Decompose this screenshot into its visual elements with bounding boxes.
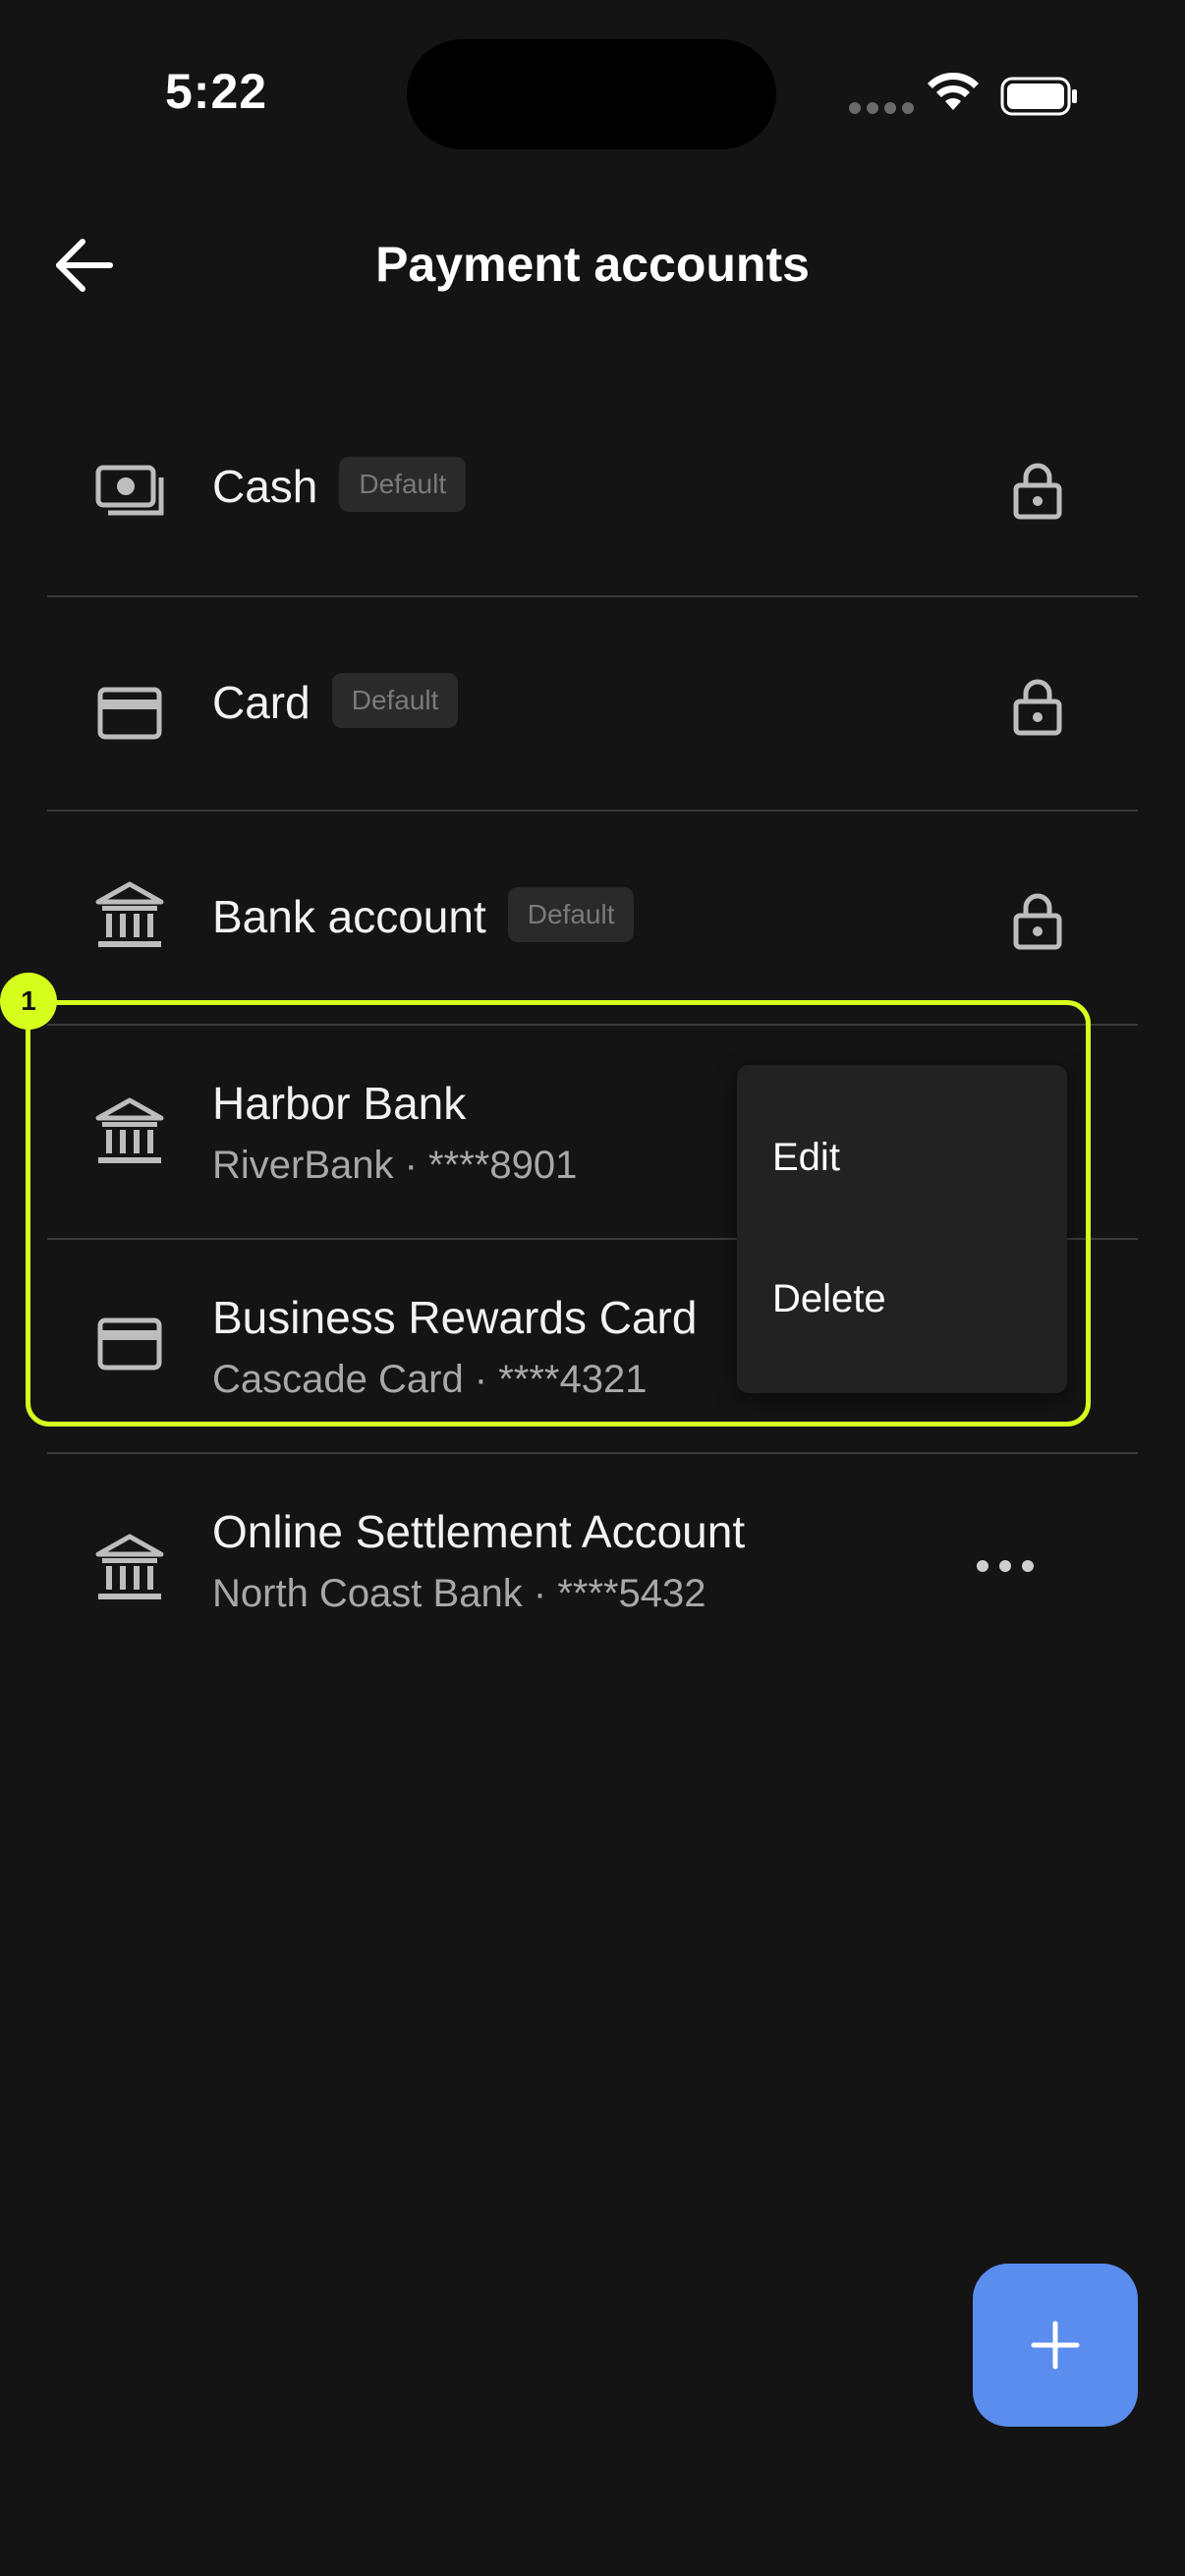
default-badge: Default (331, 672, 459, 728)
status-time: 5:22 (165, 64, 268, 119)
signal-icon (849, 102, 914, 114)
account-row-bank-account[interactable]: Bank account Default (47, 812, 1138, 1026)
screen: 5:22 Payment accounts Cash Default Card … (0, 0, 1185, 2576)
bank-icon (95, 1097, 164, 1163)
plus-icon (1031, 2321, 1080, 2370)
bank-icon (95, 1534, 164, 1599)
lock-icon (1013, 893, 1062, 950)
account-subtitle: Cascade Card · ****4321 (212, 1358, 648, 1401)
highlight-label: 1 (0, 973, 57, 1030)
default-badge: Default (339, 456, 467, 512)
menu-item-delete[interactable]: Delete (772, 1277, 886, 1321)
dynamic-island (407, 39, 776, 149)
account-subtitle: RiverBank · ****8901 (212, 1144, 578, 1187)
card-icon (97, 687, 162, 740)
lock-icon (1013, 679, 1062, 736)
account-title: Cash Default (212, 456, 467, 518)
account-title: Bank account Default (212, 886, 635, 948)
account-title: Harbor Bank (212, 1078, 467, 1129)
more-options-icon[interactable] (971, 1556, 1040, 1576)
account-title: Card Default (212, 672, 459, 734)
account-row-card[interactable]: Card Default (47, 597, 1138, 812)
account-title: Business Rewards Card (212, 1292, 698, 1343)
account-subtitle: North Coast Bank · ****5432 (212, 1572, 706, 1615)
add-account-button[interactable] (973, 2264, 1138, 2427)
battery-icon (1000, 77, 1077, 116)
account-row-cash[interactable]: Cash Default (47, 383, 1138, 597)
lock-icon (1013, 463, 1062, 520)
wifi-icon (928, 73, 979, 110)
account-row-online-settlement[interactable]: Online Settlement Account North Coast Ba… (47, 1454, 1138, 1668)
page-title: Payment accounts (375, 237, 810, 292)
cash-icon (95, 465, 164, 516)
default-badge: Default (507, 886, 635, 942)
menu-item-edit[interactable]: Edit (772, 1136, 840, 1180)
account-title: Online Settlement Account (212, 1506, 746, 1557)
bank-icon (95, 881, 164, 947)
context-menu: Edit Delete (737, 1065, 1067, 1393)
card-icon (97, 1317, 162, 1371)
